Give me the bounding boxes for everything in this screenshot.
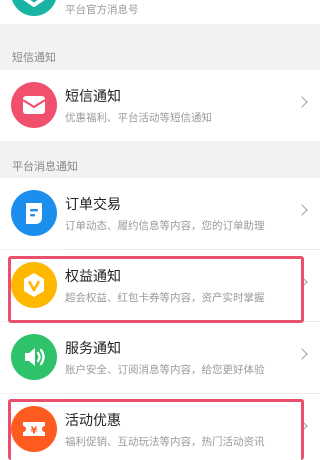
benefits-subtitle: 超会权益、红包卡券等内容，资产实时掌握 (65, 292, 265, 304)
order-doc-icon (11, 190, 57, 236)
sms-section-title: 短信通知 (12, 51, 56, 64)
activity-title: 活动优惠 (65, 413, 121, 429)
service-title: 服务通知 (65, 341, 121, 357)
sms-notification-row[interactable]: 短信通知 优惠福利、平台活动等短信通知 (0, 70, 320, 141)
service-notification-row[interactable]: 服务通知 账户安全、订阅消息等内容，给您更好体验 (0, 322, 320, 393)
sms-title: 短信通知 (65, 89, 121, 105)
svg-text:¥: ¥ (31, 426, 38, 437)
vip-badge-icon (11, 262, 57, 308)
official-star-icon (11, 0, 57, 16)
platform-section-title: 平台消息通知 (12, 160, 78, 173)
chevron-right-icon (296, 420, 308, 432)
chevron-right-icon (296, 96, 308, 108)
activity-subtitle: 福利促销、互动玩法等内容，热门活动资讯 (65, 436, 265, 448)
order-transaction-row[interactable]: 订单交易 订单动态、履约信息等内容，您的订单助理 (0, 178, 320, 249)
envelope-icon (11, 82, 57, 128)
order-title: 订单交易 (65, 197, 121, 213)
speaker-icon (11, 334, 57, 380)
activity-promotion-row[interactable]: ¥ 活动优惠 福利促销、互动玩法等内容，热门活动资讯 (0, 394, 320, 460)
chevron-right-icon (296, 204, 308, 216)
chevron-right-icon (296, 276, 308, 288)
chevron-right-icon (296, 348, 308, 360)
official-account-subtitle: 平台官方消息号 (65, 4, 139, 16)
benefits-notification-row[interactable]: 权益通知 超会权益、红包卡券等内容，资产实时掌握 (0, 250, 320, 321)
sms-section-header: 短信通知 (0, 37, 320, 73)
sms-subtitle: 优惠福利、平台活动等短信通知 (65, 112, 212, 124)
platform-section-header: 平台消息通知 (0, 146, 320, 182)
official-account-row[interactable]: 平台官方消息号 (0, 0, 320, 24)
order-subtitle: 订单动态、履约信息等内容，您的订单助理 (65, 220, 265, 232)
benefits-title: 权益通知 (65, 269, 121, 285)
service-subtitle: 账户安全、订阅消息等内容，给您更好体验 (65, 364, 265, 376)
coupon-icon: ¥ (11, 406, 57, 452)
